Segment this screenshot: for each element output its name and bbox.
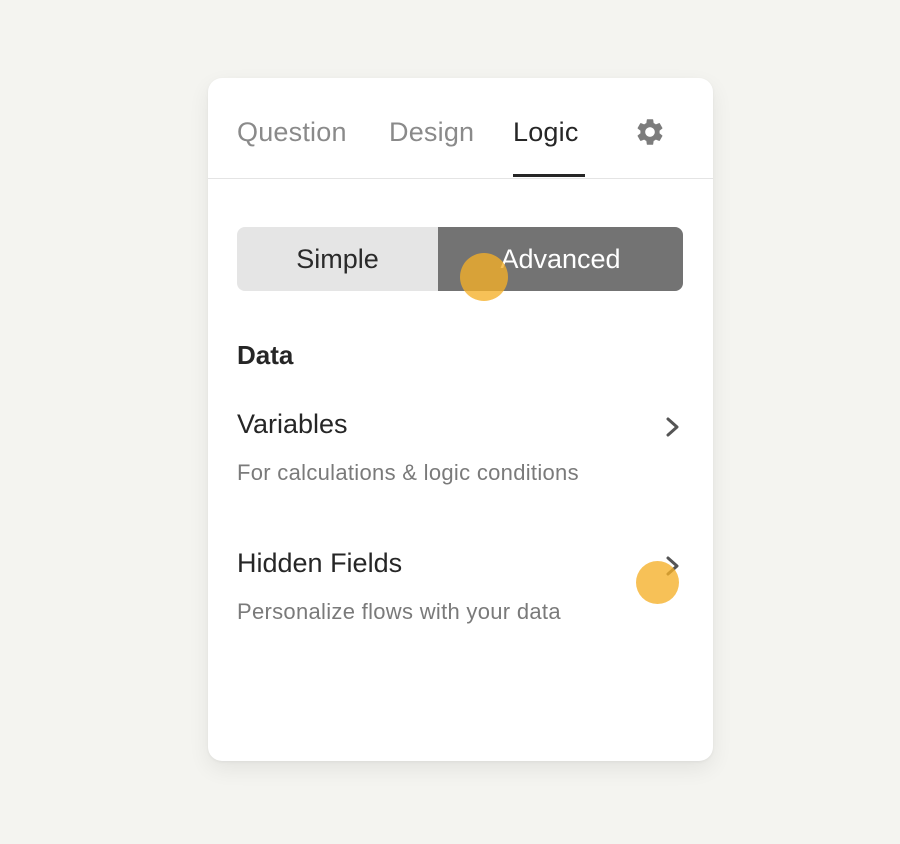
variables-title: Variables <box>237 409 348 439</box>
tab-design[interactable]: Design <box>389 114 474 150</box>
gear-icon[interactable] <box>634 116 666 148</box>
simple-mode-button[interactable]: Simple <box>237 227 438 291</box>
tab-bar: Question Design Logic <box>208 78 713 179</box>
variables-row[interactable]: Variables For calculations & logic condi… <box>208 403 713 503</box>
logic-panel: Question Design Logic Simple Advanced Da… <box>208 78 713 761</box>
touch-indicator <box>460 253 508 301</box>
variables-description: For calculations & logic conditions <box>237 460 579 485</box>
hidden-fields-description: Personalize flows with your data <box>237 599 561 624</box>
active-tab-indicator <box>513 174 585 177</box>
tab-logic[interactable]: Logic <box>513 114 579 150</box>
hidden-fields-title: Hidden Fields <box>237 548 403 578</box>
tab-question[interactable]: Question <box>237 114 347 150</box>
touch-indicator <box>636 561 679 604</box>
data-section-title: Data <box>237 340 294 370</box>
chevron-right-icon <box>666 417 679 437</box>
